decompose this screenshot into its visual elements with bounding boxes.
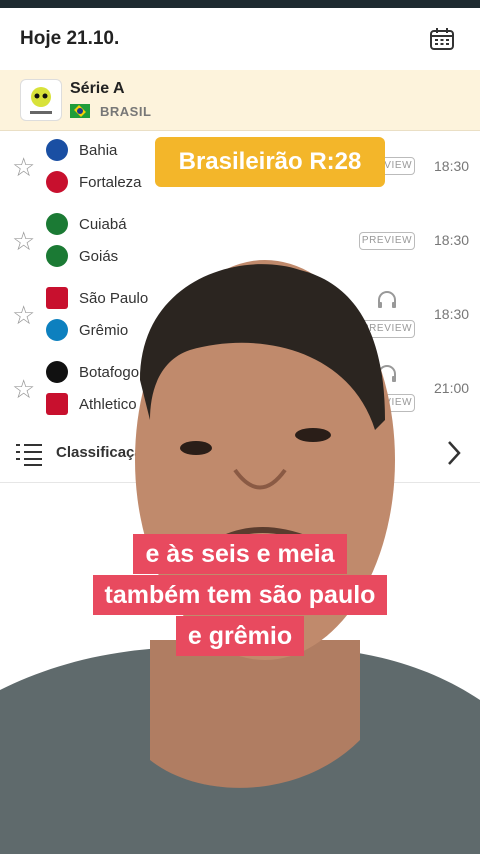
- presenter-video-overlay: [0, 260, 480, 854]
- caption-line-2: também tem são paulo: [0, 575, 480, 615]
- caption-line-3: e grêmio: [0, 616, 480, 656]
- round-banner: Brasileirão R:28: [155, 137, 385, 187]
- caption-line-1: e às seis e meia: [0, 534, 480, 574]
